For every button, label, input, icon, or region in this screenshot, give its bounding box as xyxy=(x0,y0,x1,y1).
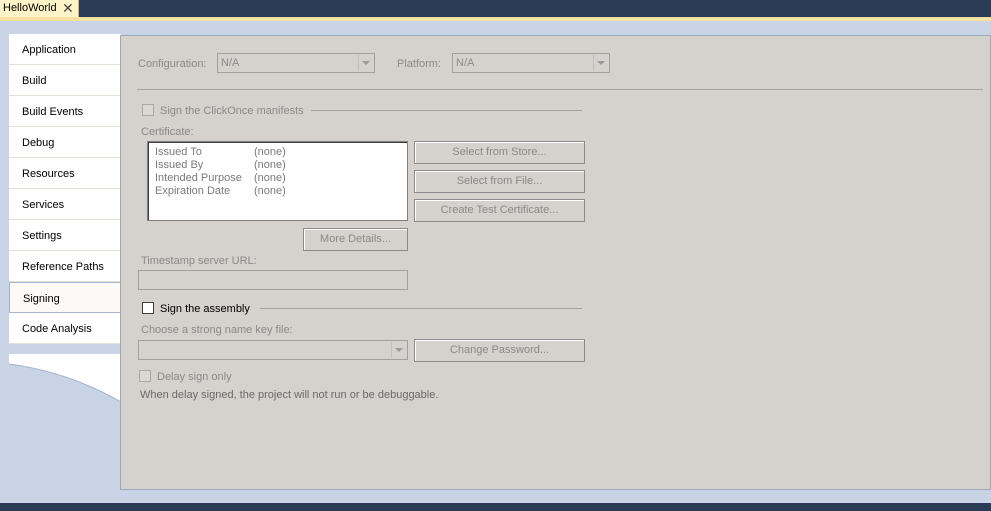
close-icon[interactable]: ✕ xyxy=(62,0,74,16)
sign-assembly-label: Sign the assembly xyxy=(160,303,250,315)
nav-item-label: Application xyxy=(22,44,76,56)
nav-tail-decoration xyxy=(9,354,121,402)
assembly-divider xyxy=(260,308,582,309)
property-page-nav: Application Build Build Events Debug Res… xyxy=(9,34,121,344)
nav-item-label: Reference Paths xyxy=(22,261,104,273)
cert-field-name: Expiration Date xyxy=(155,185,231,197)
nav-item-application[interactable]: Application xyxy=(9,34,121,65)
change-password-button[interactable]: Change Password... xyxy=(414,339,585,362)
nav-item-label: Signing xyxy=(23,293,60,305)
document-tab-bar xyxy=(0,0,991,18)
cert-field-value: (none) xyxy=(254,185,286,197)
nav-item-label: Build Events xyxy=(22,106,84,118)
status-strip xyxy=(0,503,991,511)
timestamp-url-input[interactable] xyxy=(138,270,408,290)
key-file-dropdown[interactable] xyxy=(138,340,408,360)
cert-field-name: Intended Purpose xyxy=(155,172,242,184)
nav-item-label: Resources xyxy=(22,168,75,180)
sign-assembly-checkbox[interactable] xyxy=(142,302,154,314)
nav-item-label: Debug xyxy=(22,137,55,149)
configuration-value: N/A xyxy=(221,57,240,69)
delay-sign-checkbox[interactable] xyxy=(139,370,151,382)
platform-value: N/A xyxy=(456,57,475,69)
nav-item-signing[interactable]: Signing xyxy=(9,282,121,313)
document-tab-helloworld[interactable]: HelloWorld ✕ xyxy=(0,0,79,17)
nav-item-settings[interactable]: Settings xyxy=(9,220,121,251)
nav-item-label: Build xyxy=(22,75,47,87)
nav-item-code-analysis[interactable]: Code Analysis xyxy=(9,313,121,344)
document-tab-title: HelloWorld xyxy=(3,2,57,14)
sign-clickonce-label: Sign the ClickOnce manifests xyxy=(160,105,304,117)
configuration-label: Configuration: xyxy=(138,58,207,70)
delay-sign-note: When delay signed, the project will not … xyxy=(140,389,439,401)
cert-field-name: Issued To xyxy=(155,146,202,158)
nav-item-label: Settings xyxy=(22,230,62,242)
chevron-down-icon xyxy=(358,55,373,71)
platform-dropdown[interactable]: N/A xyxy=(452,53,610,73)
nav-item-label: Code Analysis xyxy=(22,323,92,335)
nav-item-build[interactable]: Build xyxy=(9,65,121,96)
platform-label: Platform: xyxy=(397,58,442,70)
nav-item-build-events[interactable]: Build Events xyxy=(9,96,121,127)
nav-item-label: Services xyxy=(22,199,65,211)
more-details-button[interactable]: More Details... xyxy=(303,228,408,251)
key-file-label: Choose a strong name key file: xyxy=(141,324,293,336)
nav-item-reference-paths[interactable]: Reference Paths xyxy=(9,251,121,282)
config-divider xyxy=(137,89,983,90)
chevron-down-icon xyxy=(593,55,608,71)
chevron-down-icon xyxy=(391,342,406,358)
create-test-certificate-button[interactable]: Create Test Certificate... xyxy=(414,199,585,222)
delay-sign-label: Delay sign only xyxy=(157,371,232,383)
cert-field-name: Issued By xyxy=(155,159,204,171)
select-from-file-button[interactable]: Select from File... xyxy=(414,170,585,193)
clickonce-divider xyxy=(311,110,582,111)
configuration-dropdown[interactable]: N/A xyxy=(217,53,375,73)
nav-item-services[interactable]: Services xyxy=(9,189,121,220)
nav-item-resources[interactable]: Resources xyxy=(9,158,121,189)
cert-field-value: (none) xyxy=(254,146,286,158)
nav-item-debug[interactable]: Debug xyxy=(9,127,121,158)
select-from-store-button[interactable]: Select from Store... xyxy=(414,141,585,164)
cert-field-value: (none) xyxy=(254,159,286,171)
certificate-details-box: Issued To (none) Issued By (none) Intend… xyxy=(147,141,408,221)
certificate-label: Certificate: xyxy=(141,126,194,138)
timestamp-url-label: Timestamp server URL: xyxy=(141,255,257,267)
cert-field-value: (none) xyxy=(254,172,286,184)
sign-clickonce-checkbox[interactable] xyxy=(142,104,154,116)
